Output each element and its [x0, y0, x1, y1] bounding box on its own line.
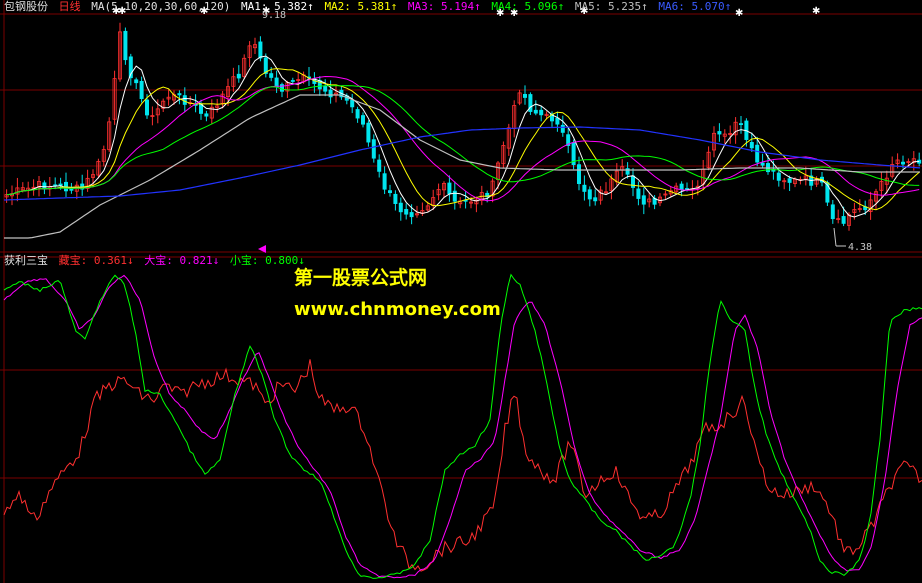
kline-candle [760, 162, 765, 166]
kline-candle [447, 182, 452, 195]
ma2-value: MA2: 5.381↑ [324, 0, 398, 13]
main-chart-header: 包钢股份 日线 MA(5,10,20,30,60,120) MA1: 5.382… [4, 0, 735, 13]
kline-candle [139, 80, 144, 100]
kline-candle [582, 184, 587, 192]
cangbao-value: 藏宝: 0.361↓ [58, 254, 134, 267]
kline-candle [198, 104, 203, 114]
kline-candle [377, 159, 382, 172]
kline-candle [555, 117, 560, 125]
watermark-title: 第一股票公式网 [294, 267, 428, 289]
kline-candle [177, 93, 182, 96]
kline-candle [841, 216, 846, 224]
kline-candle [387, 190, 392, 194]
kline-candle [539, 109, 544, 116]
kline-candle [134, 79, 139, 84]
ma6-line [3, 126, 921, 201]
kline-candle [204, 113, 209, 117]
indicator-panel-header: 获利三宝 藏宝: 0.361↓ 大宝: 0.821↓ 小宝: 0.800↓ [4, 254, 309, 267]
low-price-label: 4.38 [848, 242, 873, 253]
stock-name: 包钢股份 [4, 0, 48, 13]
dabao-value: 大宝: 0.821↓ [144, 254, 220, 267]
dabao-line [3, 274, 922, 579]
ma6-value: MA6: 5.070↑ [658, 0, 732, 13]
ma1-line [6, 55, 920, 218]
kline-candle [290, 80, 295, 82]
indicator-name[interactable]: 获利三宝 [4, 254, 48, 267]
ma5-value: MA5: 5.235↑ [574, 0, 648, 13]
kline-candle [350, 99, 355, 108]
kline-candle [144, 99, 149, 116]
ma4-value: MA4: 5.096↑ [491, 0, 565, 13]
kline-candle [382, 173, 387, 190]
kline-candle [58, 183, 63, 186]
high-price-label: 9.18 [262, 10, 287, 21]
kline-candle [717, 131, 722, 135]
kline-candle [236, 73, 241, 79]
kline-candle [274, 77, 279, 88]
kline-candle [755, 144, 760, 163]
kline-candle [787, 178, 792, 183]
kline-candle [739, 123, 744, 125]
kline-candle [398, 202, 403, 213]
period-label[interactable]: 日线 [59, 0, 81, 13]
kline-candle [560, 124, 565, 133]
kline-candle [371, 139, 376, 159]
kline-candle [776, 172, 781, 181]
xiaobao-line [3, 273, 922, 579]
kline-candle [123, 30, 128, 61]
kline-candle [393, 193, 398, 204]
kline-candle [749, 142, 754, 149]
kline-candle [182, 95, 187, 105]
kline-candle [577, 164, 582, 184]
kline-candle [258, 41, 263, 59]
ma-params: MA(5,10,20,30,60,120) [91, 0, 231, 13]
kline-candle [593, 197, 598, 202]
kline-candle [404, 209, 409, 215]
kline-chart-canvas[interactable]: ✱✱ ✱ ✱ ✱ ✱ ✱ ✱ ✱ [0, 0, 922, 583]
watermark-url: www.chnmoney.com [294, 299, 501, 320]
kline-candle [355, 109, 360, 119]
signal-star-icon: ✱ [812, 6, 820, 17]
kline-candle [901, 161, 906, 165]
kline-candle [587, 189, 592, 200]
kline-candle [323, 85, 328, 92]
kline-candle [636, 188, 641, 199]
kline-candle [679, 183, 684, 190]
kline-candle [360, 115, 365, 125]
cangbao-line [3, 359, 922, 572]
signal-star-icon: ✱ [735, 8, 743, 19]
kline-candle [409, 212, 414, 218]
kline-candle [523, 93, 528, 98]
kline-candle [830, 204, 835, 220]
kline-candle [533, 109, 538, 114]
kline-candle [42, 182, 47, 190]
kline-candle [366, 122, 371, 143]
kline-candle [328, 89, 333, 98]
low-price-leader [833, 227, 837, 247]
kline-candle [641, 195, 646, 205]
kline-candle [269, 73, 274, 78]
ma3-value: MA3: 5.194↑ [407, 0, 481, 13]
